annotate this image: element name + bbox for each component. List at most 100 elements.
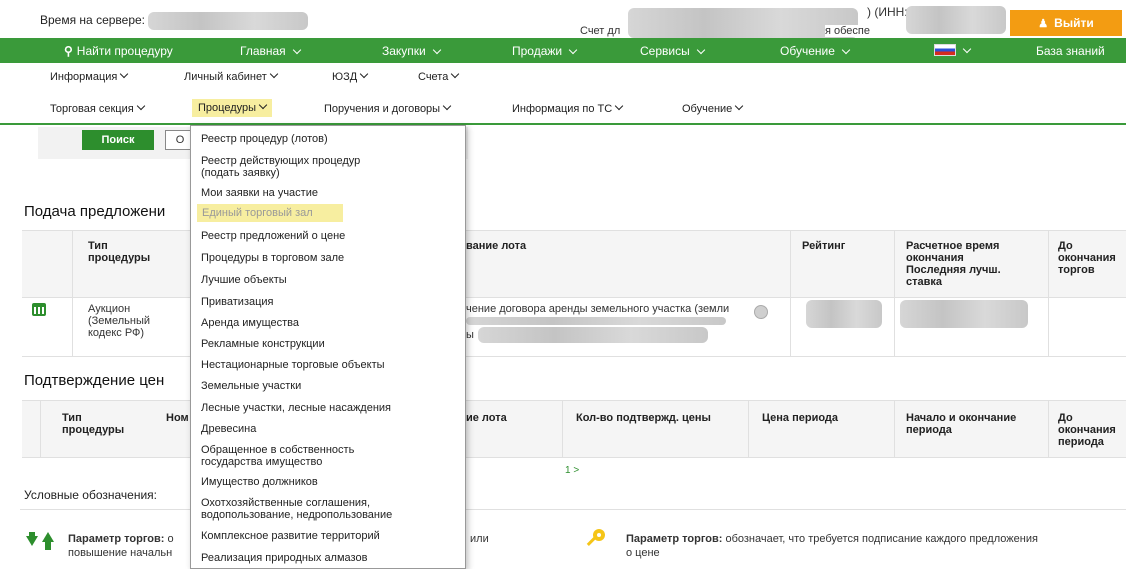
subnav-information[interactable]: Информация	[50, 69, 129, 83]
sub-nav-primary: Информация Личный кабинет ЮЗД Счета	[0, 63, 1126, 91]
subnav-ts-info[interactable]: Информация по ТС	[512, 101, 624, 115]
menu-item-territory-development[interactable]: Комплексное развитие территорий	[201, 530, 451, 542]
chevron-down-icon	[432, 45, 442, 54]
legend-item-1-line2: повышение начальн	[68, 547, 173, 559]
nav-services[interactable]: Сервисы	[640, 44, 705, 58]
legend-item-1-text: о	[164, 533, 174, 545]
server-time: Время на сервере:	[40, 12, 309, 30]
nav-label: Главная	[240, 44, 286, 58]
column-divider	[562, 400, 563, 458]
menu-item-property-lease[interactable]: Аренда имущества	[201, 317, 451, 329]
col-header-calc-time: Расчетное время окончания Последняя лучш…	[906, 240, 1001, 288]
subnav-label: Торговая секция	[50, 103, 134, 115]
nav-label: Закупки	[382, 44, 426, 58]
subnav-accounts[interactable]: Счета	[418, 69, 460, 83]
menu-item-forest-plots[interactable]: Лесные участки, лесные насаждения	[201, 402, 451, 414]
nav-education[interactable]: Обучение	[780, 44, 851, 58]
col-header-lot: ие лота	[466, 412, 507, 424]
legend-divider	[20, 509, 1126, 510]
menu-item-land-plots[interactable]: Земельные участки	[201, 380, 451, 392]
legend-item-2-text: обозначает, что требуется подписание каж…	[722, 533, 1038, 545]
search-button[interactable]: Поиск	[82, 130, 154, 150]
key-icon	[586, 529, 605, 546]
subnav-education[interactable]: Обучение	[682, 101, 744, 115]
menu-item-privatization[interactable]: Приватизация	[201, 296, 451, 308]
legend-item-1-label: Параметр торгов:	[68, 533, 165, 545]
column-divider	[748, 400, 749, 458]
row-lot-redacted	[466, 315, 726, 327]
menu-item-state-property[interactable]: Обращенное в собственность государства и…	[201, 444, 401, 468]
chevron-down-icon	[614, 101, 624, 111]
column-divider	[72, 230, 73, 356]
chevron-down-icon	[451, 69, 460, 79]
menu-item-non-stationary-objects[interactable]: Нестационарные торговые объекты	[201, 359, 451, 371]
calendar-icon	[32, 303, 46, 316]
section-title-offers: Подача предложени	[24, 203, 166, 220]
menu-item-unified-trading-hall[interactable]: Единый торговый зал	[197, 204, 343, 222]
col-header-type: Тип процедуры	[88, 240, 151, 264]
menu-item-debtors-property[interactable]: Имущество должников	[201, 476, 451, 488]
chevron-down-icon	[120, 69, 129, 79]
chevron-down-icon	[136, 101, 145, 111]
subnav-orders-contracts[interactable]: Поручения и договоры	[324, 101, 452, 115]
subnav-label: Процедуры	[198, 102, 257, 114]
nav-sales[interactable]: Продажи	[512, 44, 578, 58]
section-title-price-confirmation: Подтверждение цен	[24, 372, 165, 389]
russia-flag-icon	[934, 44, 956, 56]
nav-purchases[interactable]: Закупки	[382, 44, 442, 58]
col-header-until-end: До окончания торгов	[1058, 240, 1116, 276]
menu-item-active-procedures-registry[interactable]: Реестр действующих процедур (подать заяв…	[201, 155, 401, 179]
pagination[interactable]: 1 >	[565, 465, 579, 476]
col-header-until-period-end: До окончания периода	[1058, 412, 1116, 448]
chevron-down-icon	[292, 45, 301, 54]
chevron-down-icon	[568, 45, 578, 54]
subnav-trade-section[interactable]: Торговая секция	[50, 101, 145, 115]
nav-label: База знаний	[1036, 44, 1105, 58]
account-label: Счет дл	[580, 25, 621, 37]
calc-time-value-redacted	[900, 300, 1028, 328]
rating-value-redacted	[806, 300, 882, 328]
subnav-yuzd[interactable]: ЮЗД	[332, 69, 369, 83]
subnav-label: Личный кабинет	[184, 71, 267, 83]
column-divider	[894, 400, 895, 458]
menu-item-best-objects[interactable]: Лучшие объекты	[201, 274, 451, 286]
rating-radio-icon[interactable]	[754, 305, 768, 319]
menu-item-natural-diamonds[interactable]: Реализация природных алмазов	[201, 552, 451, 564]
column-divider	[894, 230, 895, 356]
subnav-label: ЮЗД	[332, 71, 358, 83]
menu-item-price-offers-registry[interactable]: Реестр предложений о цене	[201, 230, 451, 242]
menu-item-advertising-structures[interactable]: Рекламные конструкции	[201, 338, 451, 350]
subnav-label: Счета	[418, 71, 449, 83]
nav-language[interactable]	[934, 44, 972, 56]
subnav-label: Информация по ТС	[512, 103, 613, 115]
logout-button[interactable]: ♟ Выйти	[1010, 10, 1122, 36]
subnav-label: Обучение	[682, 103, 733, 115]
legend-item-2: Параметр торгов: обозначает, что требует…	[626, 532, 1038, 546]
subnav-label: Информация	[50, 71, 118, 83]
nav-home[interactable]: Главная	[240, 44, 301, 58]
row-lot-line1[interactable]: чение договора аренды земельного участка…	[466, 303, 729, 315]
procedures-dropdown-menu: Реестр процедур (лотов) Реестр действующ…	[190, 125, 466, 569]
row-type: Аукцион (Земельный кодекс РФ)	[88, 303, 151, 339]
subnav-procedures[interactable]: Процедуры	[192, 99, 273, 117]
nav-knowledge-base[interactable]: База знаний	[1036, 44, 1105, 58]
search-icon: ⚲	[64, 44, 73, 58]
col-header-period: Начало и окончание периода	[906, 412, 1017, 436]
chevron-down-icon	[841, 45, 851, 54]
menu-item-timber[interactable]: Древесина	[201, 423, 451, 435]
inn-value-redacted	[906, 6, 1006, 34]
nav-find-procedure[interactable]: ⚲ Найти процедуру	[64, 44, 173, 58]
column-divider	[790, 230, 791, 356]
up-down-arrows-icon	[26, 532, 54, 550]
menu-item-procedures-registry[interactable]: Реестр процедур (лотов)	[201, 133, 451, 145]
col-header-number: Ном	[166, 412, 189, 424]
menu-item-my-applications[interactable]: Мои заявки на участие	[201, 187, 451, 199]
chevron-down-icon	[442, 101, 452, 111]
col-header-type: Тип процедуры	[62, 412, 125, 436]
menu-item-hunting-water-subsoil[interactable]: Охотхозяйственные соглашения, водопользо…	[201, 497, 431, 521]
column-divider	[40, 400, 41, 458]
account-value-redacted	[628, 8, 858, 38]
subnav-personal-cabinet[interactable]: Личный кабинет	[184, 69, 279, 83]
chevron-down-icon	[359, 69, 369, 79]
menu-item-trading-hall-procedures[interactable]: Процедуры в торговом зале	[201, 252, 451, 264]
